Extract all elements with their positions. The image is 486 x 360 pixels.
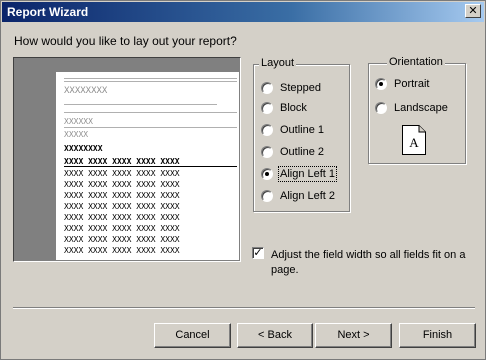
preview-title-mark: XXXXXXXX — [64, 86, 108, 96]
layout-option-block[interactable]: Block — [261, 102, 307, 114]
preview-data-row: XXXX XXXX XXXX XXXX XXXX — [64, 224, 180, 233]
orientation-option-label: Portrait — [394, 78, 430, 90]
preview-rule — [64, 127, 237, 128]
preview-data-row: XXXX XXXX XXXX XXXX XXXX — [64, 213, 180, 222]
finish-button[interactable]: Finish — [399, 323, 476, 348]
next-button[interactable]: Next > — [315, 323, 392, 348]
layout-option-label: Outline 2 — [280, 146, 325, 158]
window-title: Report Wizard — [7, 5, 89, 19]
layout-option-align-left-2[interactable]: Align Left 2 — [261, 190, 335, 202]
preview-rule — [64, 78, 237, 79]
orientation-option-label: Landscape — [394, 102, 448, 114]
layout-group-label: Layout — [259, 57, 297, 69]
layout-option-label: Align Left 1 — [277, 166, 338, 182]
preview-data-row: XXXX XXXX XXXX XXXX XXXX — [64, 169, 180, 178]
close-button[interactable]: ✕ — [465, 4, 481, 18]
orientation-group-label: Orientation — [387, 56, 445, 68]
radio-button-selected[interactable] — [375, 78, 387, 90]
back-button[interactable]: < Back — [237, 323, 313, 348]
orientation-option-landscape[interactable]: Landscape — [375, 102, 448, 114]
layout-option-label: Align Left 2 — [280, 190, 336, 202]
adjust-field-width-label: Adjust the field width so all fields fit… — [271, 249, 466, 276]
layout-preview: XXXXXXXX XXXXXX XXXXX XXXXXXXX XXXX XXXX… — [13, 57, 241, 262]
report-wizard-dialog: Report Wizard ✕ How would you like to la… — [0, 0, 486, 360]
preview-data-row: XXXX XXXX XXXX XXXX XXXX — [64, 180, 180, 189]
preview-data-row: XXXX XXXX XXXX XXXX XXXX — [64, 235, 180, 244]
title-bar: Report Wizard ✕ — [2, 2, 484, 22]
preview-rule — [64, 166, 237, 167]
orientation-option-portrait[interactable]: Portrait — [375, 78, 429, 90]
adjust-field-width-checkbox[interactable]: ✓ — [252, 247, 264, 259]
preview-rule — [64, 112, 237, 113]
preview-group-mark: XXXXXXXX — [64, 144, 103, 153]
preview-rule — [64, 104, 217, 105]
preview-rule — [64, 81, 237, 82]
preview-data-row: XXXX XXXX XXXX XXXX XXXX — [64, 246, 180, 255]
portrait-page-icon: A — [402, 125, 426, 155]
preview-column-headers: XXXX XXXX XXXX XXXX XXXX — [64, 157, 180, 166]
radio-button[interactable] — [261, 146, 273, 158]
prompt-text: How would you like to lay out your repor… — [14, 34, 237, 48]
layout-option-outline-1[interactable]: Outline 1 — [261, 124, 324, 136]
layout-option-label: Outline 1 — [280, 124, 325, 136]
preview-data-row: XXXX XXXX XXXX XXXX XXXX — [64, 202, 180, 211]
radio-button[interactable] — [375, 102, 387, 114]
preview-data-row: XXXX XXXX XXXX XXXX XXXX — [64, 191, 180, 200]
radio-button[interactable] — [261, 82, 273, 94]
radio-button-selected[interactable] — [261, 168, 273, 180]
layout-option-label: Stepped — [280, 82, 321, 94]
preview-page: XXXXXXXX XXXXXX XXXXX XXXXXXXX XXXX XXXX… — [56, 72, 239, 260]
radio-button[interactable] — [261, 102, 273, 114]
layout-option-label: Block — [280, 102, 307, 114]
radio-button[interactable] — [261, 124, 273, 136]
page-icon-letter: A — [409, 135, 419, 150]
cancel-button[interactable]: Cancel — [154, 323, 231, 348]
layout-option-stepped[interactable]: Stepped — [261, 82, 321, 94]
preview-group-mark: XXXXXX — [64, 117, 93, 126]
layout-option-outline-2[interactable]: Outline 2 — [261, 146, 324, 158]
layout-option-align-left-1[interactable]: Align Left 1 — [261, 166, 338, 182]
separator — [13, 307, 475, 309]
radio-button[interactable] — [261, 190, 273, 202]
preview-group-mark: XXXXX — [64, 130, 89, 139]
